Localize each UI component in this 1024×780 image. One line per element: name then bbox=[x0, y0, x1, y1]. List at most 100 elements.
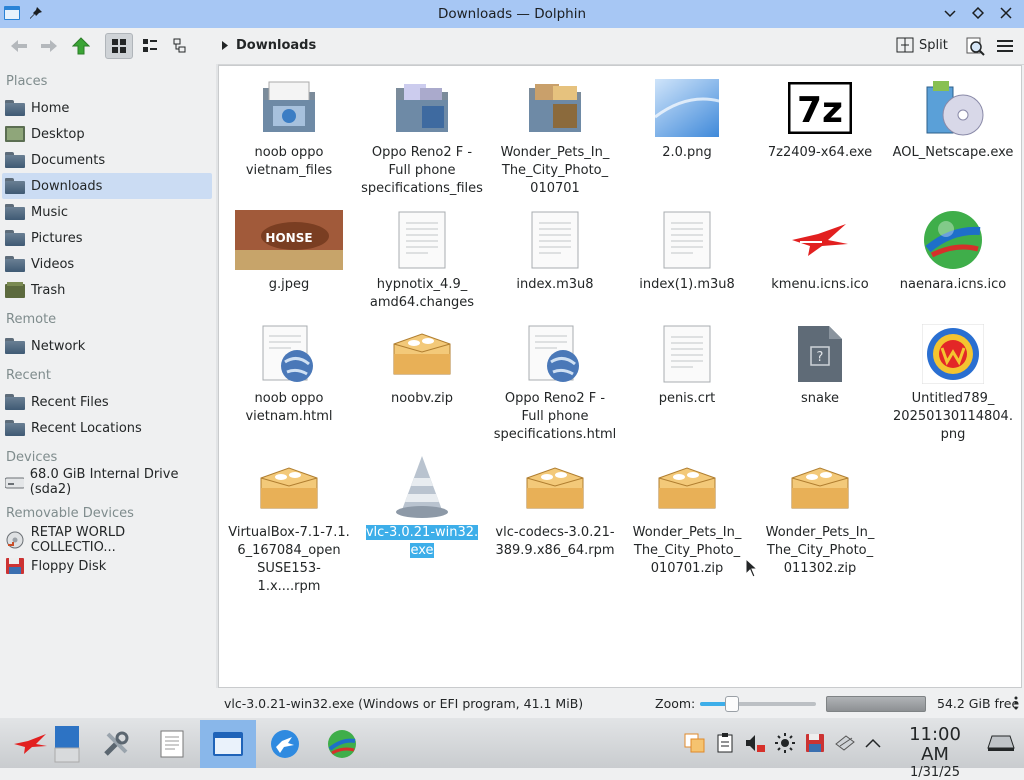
removable-devices-icon[interactable] bbox=[804, 732, 826, 754]
file-name: Wonder_Pets_In_ The_City_Photo_ 010701.z… bbox=[632, 525, 742, 576]
file-item[interactable]: AOL_Netscape.exe bbox=[891, 76, 1015, 162]
mouse-cursor-icon bbox=[745, 558, 759, 578]
file-item[interactable]: index(1).m3u8 bbox=[625, 208, 749, 294]
file-name: vlc-3.0.21-win32. exe bbox=[365, 525, 479, 558]
minimize-icon[interactable] bbox=[942, 5, 958, 21]
file-item[interactable]: Wonder_Pets_In_ The_City_Photo_ 010701 bbox=[493, 76, 617, 198]
file-name: 7z2409-x64.exe bbox=[767, 145, 873, 160]
sidebar-item-optical-disc[interactable]: RETAP WORLD COLLECTIO... bbox=[2, 525, 212, 555]
close-icon[interactable] bbox=[998, 5, 1014, 21]
breadcrumb[interactable]: Downloads bbox=[222, 38, 316, 53]
file-item[interactable]: VirtualBox-7.1-7.1. 6_167084_open SUSE15… bbox=[227, 456, 351, 596]
file-item[interactable]: noob oppo vietnam_files bbox=[227, 76, 351, 180]
file-item[interactable]: vlc-codecs-3.0.21- 389.9.x86_64.rpm bbox=[493, 456, 617, 560]
sidebar-item-recent-locations[interactable]: Recent Locations bbox=[2, 415, 212, 441]
browser-icon bbox=[271, 730, 299, 758]
globe-app-task[interactable] bbox=[314, 720, 370, 768]
dolphin-task[interactable] bbox=[200, 720, 256, 768]
documents-folder-icon bbox=[5, 152, 25, 168]
show-desktop-icon[interactable] bbox=[986, 732, 1016, 754]
network-tray-icon[interactable] bbox=[834, 732, 856, 754]
sidebar-item-music[interactable]: Music bbox=[2, 199, 212, 225]
file-name: 2.0.png bbox=[662, 145, 712, 160]
system-settings-button[interactable] bbox=[88, 720, 144, 768]
file-name: snake bbox=[800, 391, 840, 406]
file-name: VirtualBox-7.1-7.1. 6_167084_open SUSE15… bbox=[228, 525, 350, 594]
file-item[interactable]: Oppo Reno2 F - Full phone specifications… bbox=[493, 322, 617, 444]
icons-view-button[interactable] bbox=[105, 33, 133, 59]
notes-tray-icon[interactable] bbox=[714, 732, 736, 754]
details-view-button[interactable] bbox=[168, 33, 194, 59]
search-button[interactable] bbox=[962, 33, 988, 59]
sidebar-item-downloads[interactable]: Downloads bbox=[2, 173, 212, 199]
images-folder-icon bbox=[390, 76, 454, 140]
file-item[interactable]: penis.crt bbox=[625, 322, 749, 408]
sidebar-item-pictures[interactable]: Pictures bbox=[2, 225, 212, 251]
file-item[interactable]: Oppo Reno2 F - Full phone specifications… bbox=[360, 76, 484, 198]
globe-icon bbox=[921, 208, 985, 272]
package-icon bbox=[523, 456, 587, 520]
brightness-icon[interactable] bbox=[774, 732, 796, 754]
status-bar: vlc-3.0.21-win32.exe (Windows or EFI pro… bbox=[0, 688, 1024, 718]
maximize-icon[interactable] bbox=[970, 5, 986, 21]
breadcrumb-current[interactable]: Downloads bbox=[236, 38, 316, 53]
chevron-up-icon[interactable] bbox=[862, 732, 884, 754]
sidebar-item-home[interactable]: Home bbox=[2, 95, 212, 121]
sidebar-item-network[interactable]: Network bbox=[2, 333, 212, 359]
clipboard-tray-icon[interactable] bbox=[684, 732, 706, 754]
file-name: AOL_Netscape.exe bbox=[892, 145, 1014, 160]
status-menu-button[interactable] bbox=[1014, 696, 1018, 714]
sidebar-item-documents[interactable]: Documents bbox=[2, 147, 212, 173]
svg-text:?: ? bbox=[817, 350, 824, 365]
file-item[interactable]: Wonder_Pets_In_ The_City_Photo_ 011302.z… bbox=[758, 456, 882, 578]
icons-view-icon bbox=[112, 39, 126, 53]
sidebar-item-videos[interactable]: Videos bbox=[2, 251, 212, 277]
file-name: noobv.zip bbox=[391, 391, 453, 406]
text-file-icon bbox=[655, 322, 719, 386]
vlc-cone-icon bbox=[390, 456, 454, 520]
file-item[interactable]: Untitled789_ 20250130114804. png bbox=[891, 322, 1015, 444]
package-icon bbox=[655, 456, 719, 520]
w-logo-thumbnail bbox=[921, 322, 985, 386]
file-name: Wonder_Pets_In_ The_City_Photo_ 010701 bbox=[500, 145, 610, 196]
volume-muted-icon[interactable] bbox=[744, 732, 766, 754]
places-panel: Places Home Desktop Documents Downloads … bbox=[0, 64, 216, 688]
section-removable-devices: Removable Devices bbox=[6, 506, 134, 521]
browser-task[interactable] bbox=[257, 720, 313, 768]
sidebar-item-desktop[interactable]: Desktop bbox=[2, 121, 212, 147]
file-item[interactable]: hypnotix_4.9_ amd64.changes bbox=[360, 208, 484, 312]
floppy-disk-icon bbox=[6, 558, 24, 574]
globe-icon bbox=[328, 730, 356, 758]
file-item[interactable]: ? snake bbox=[758, 322, 882, 408]
file-item-selected[interactable]: vlc-3.0.21-win32. exe bbox=[360, 456, 484, 560]
file-item[interactable]: index.m3u8 bbox=[493, 208, 617, 294]
sidebar-item-floppy-disk[interactable]: Floppy Disk bbox=[2, 553, 212, 579]
file-item[interactable]: noobv.zip bbox=[360, 322, 484, 408]
file-item[interactable]: naenara.icns.ico bbox=[891, 208, 1015, 294]
file-item[interactable]: 7z 7z2409-x64.exe bbox=[758, 76, 882, 162]
desktop-pager[interactable] bbox=[40, 720, 94, 768]
compact-view-button[interactable] bbox=[137, 33, 163, 59]
text-editor-icon bbox=[160, 730, 184, 758]
forward-button[interactable] bbox=[36, 33, 62, 59]
file-item[interactable]: Wonder_Pets_In_ The_City_Photo_ 010701.z… bbox=[625, 456, 749, 578]
horse-thumbnail: HONSE bbox=[234, 208, 344, 272]
up-button[interactable] bbox=[68, 33, 94, 59]
hamburger-menu-button[interactable] bbox=[992, 33, 1018, 59]
file-item[interactable]: 2.0.png bbox=[625, 76, 749, 162]
sidebar-item-internal-drive[interactable]: 68.0 GiB Internal Drive (sda2) bbox=[2, 467, 212, 497]
file-item[interactable]: kmenu.icns.ico bbox=[758, 208, 882, 294]
zoom-slider[interactable] bbox=[700, 696, 816, 712]
status-text: vlc-3.0.21-win32.exe (Windows or EFI pro… bbox=[224, 696, 584, 711]
back-button[interactable] bbox=[6, 33, 32, 59]
zoom-slider-handle[interactable] bbox=[725, 696, 740, 712]
file-item[interactable]: noob oppo vietnam.html bbox=[227, 322, 351, 426]
text-editor-task[interactable] bbox=[144, 720, 200, 768]
file-view[interactable]: noob oppo vietnam_files Oppo Reno2 F - F… bbox=[218, 65, 1022, 688]
sidebar-item-recent-files[interactable]: Recent Files bbox=[2, 389, 212, 415]
chevron-right-icon bbox=[222, 41, 228, 50]
file-item[interactable]: HONSE g.jpeg bbox=[227, 208, 351, 294]
split-button[interactable]: Split bbox=[896, 37, 948, 53]
digital-clock[interactable]: 11:00 AM 1/31/25 bbox=[893, 725, 977, 780]
sidebar-item-trash[interactable]: Trash bbox=[2, 277, 212, 303]
